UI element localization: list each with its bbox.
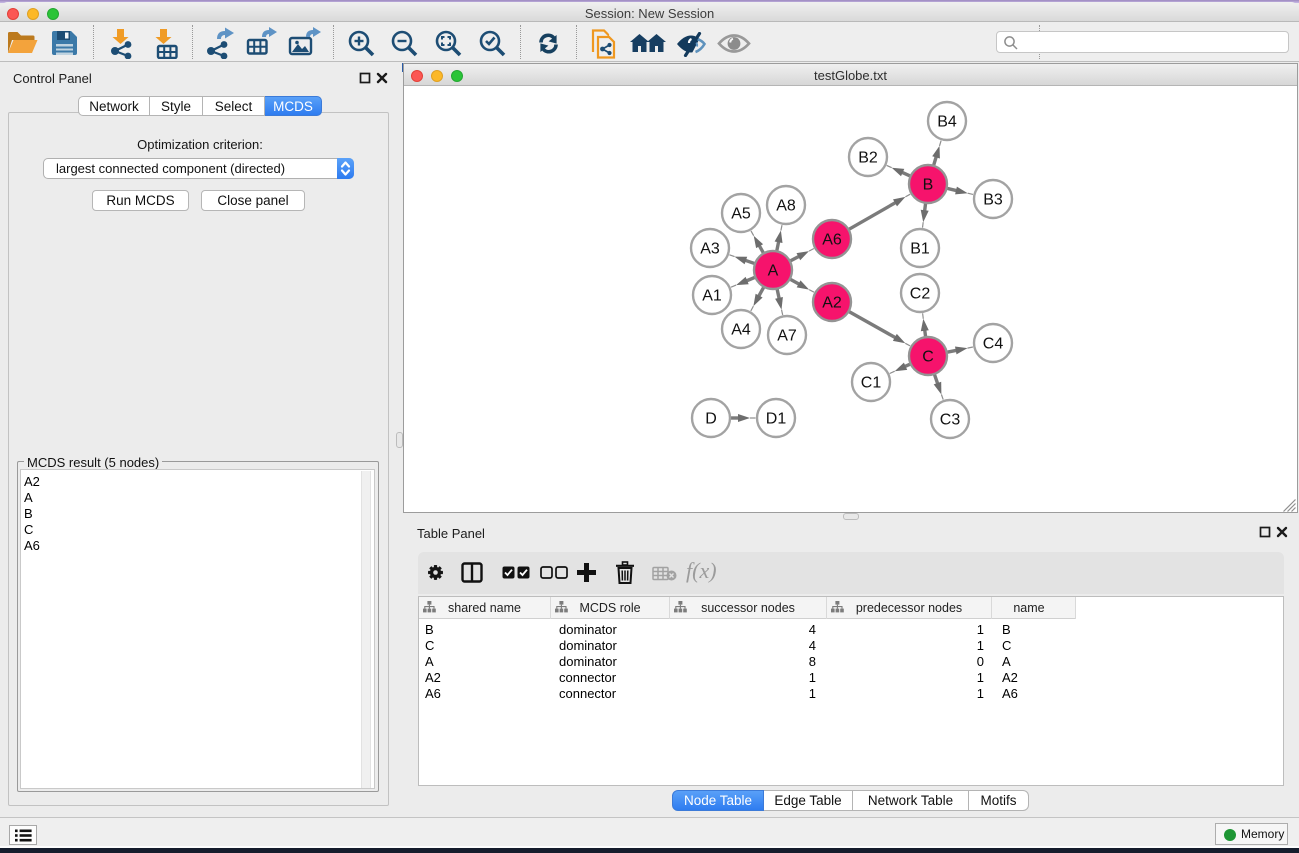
svg-text:D1: D1 [766, 411, 787, 428]
svg-text:A2: A2 [822, 295, 842, 312]
svg-text:A8: A8 [776, 198, 796, 215]
svg-text:C3: C3 [940, 412, 961, 429]
svg-text:A: A [768, 263, 779, 280]
svg-text:B3: B3 [983, 192, 1003, 209]
svg-text:C1: C1 [861, 375, 882, 392]
svg-text:B4: B4 [937, 114, 957, 131]
svg-text:C: C [922, 349, 934, 366]
svg-text:B: B [923, 177, 934, 194]
svg-text:A4: A4 [731, 322, 751, 339]
svg-text:C4: C4 [983, 336, 1004, 353]
svg-text:A5: A5 [731, 206, 751, 223]
svg-text:A1: A1 [702, 288, 722, 305]
svg-text:B1: B1 [910, 241, 930, 258]
svg-text:D: D [705, 411, 717, 428]
svg-text:A3: A3 [700, 241, 720, 258]
svg-text:B2: B2 [858, 150, 878, 167]
svg-text:C2: C2 [910, 286, 931, 303]
svg-text:A7: A7 [777, 328, 797, 345]
svg-text:A6: A6 [822, 232, 842, 249]
